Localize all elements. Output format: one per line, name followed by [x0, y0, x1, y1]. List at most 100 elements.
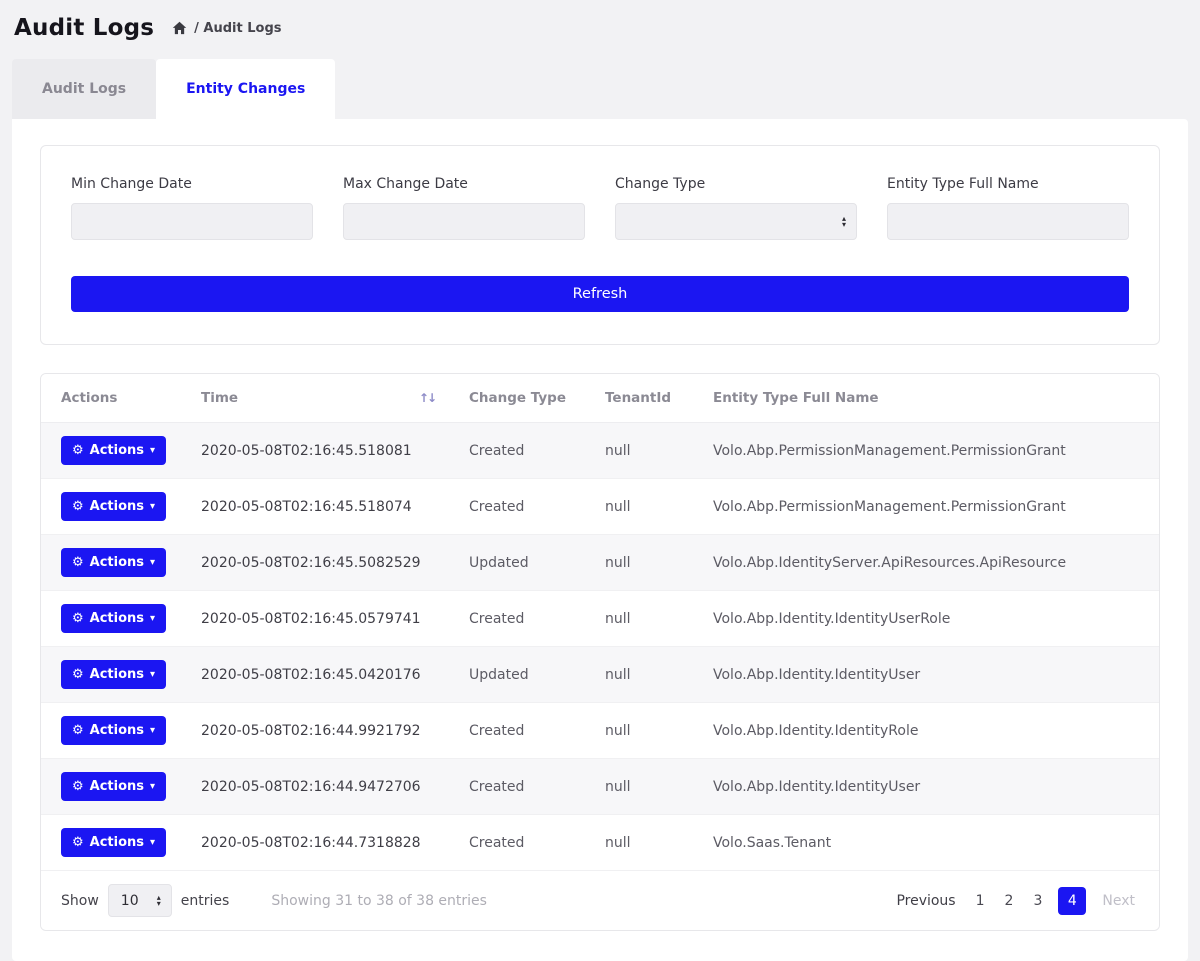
tab-content: Min Change Date Max Change Date Change T… — [12, 119, 1188, 961]
row-change-type: Updated — [459, 535, 595, 591]
row-change-type: Created — [459, 815, 595, 871]
gear-icon: ⚙ — [72, 611, 84, 626]
row-change-type: Created — [459, 479, 595, 535]
field-change-type: Change Type ▴▾ — [615, 176, 857, 240]
row-actions-button[interactable]: ⚙ Actions ▾ — [61, 660, 166, 689]
header-tenant-id: TenantId — [595, 374, 703, 423]
table-header-row: Actions Time ↑↓ Change Type TenantId Ent… — [41, 374, 1159, 423]
row-tenant-id: null — [595, 815, 703, 871]
table-row: ⚙ Actions ▾ 2020-05-08T02:16:45.5082529Upda… — [41, 535, 1159, 591]
gear-icon: ⚙ — [72, 723, 84, 738]
pagination-page-4[interactable]: 4 — [1058, 887, 1086, 915]
row-time: 2020-05-08T02:16:44.9921792 — [191, 703, 459, 759]
row-change-type: Updated — [459, 647, 595, 703]
gear-icon: ⚙ — [72, 443, 84, 458]
max-change-date-label: Max Change Date — [343, 176, 585, 192]
page-header: Audit Logs / Audit Logs — [0, 0, 1200, 53]
row-actions-label: Actions — [90, 667, 144, 682]
min-change-date-label: Min Change Date — [71, 176, 313, 192]
pagination-next[interactable]: Next — [1098, 890, 1139, 912]
row-time: 2020-05-08T02:16:45.5082529 — [191, 535, 459, 591]
pagination-page-1[interactable]: 1 — [972, 890, 989, 912]
row-time: 2020-05-08T02:16:45.0579741 — [191, 591, 459, 647]
gear-icon: ⚙ — [72, 555, 84, 570]
table-row: ⚙Actions▾2020-05-08T02:16:45.518074Creat… — [41, 479, 1159, 535]
tab-audit-logs[interactable]: Audit Logs — [12, 59, 156, 119]
row-change-type: Created — [459, 423, 595, 479]
home-icon[interactable] — [172, 21, 187, 35]
pagination-previous[interactable]: Previous — [892, 890, 959, 912]
row-tenant-id: null — [595, 703, 703, 759]
entity-changes-table-card: Actions Time ↑↓ Change Type TenantId Ent… — [40, 373, 1160, 931]
pagination-page-2[interactable]: 2 — [1001, 890, 1018, 912]
cell-actions: ⚙Actions▾ — [41, 423, 191, 479]
row-entity-type: Volo.Abp.Identity.IdentityRole — [703, 703, 1159, 759]
cell-actions: ⚙ Actions ▾ — [41, 647, 191, 703]
cell-actions: ⚙Actions▾ — [41, 815, 191, 871]
row-actions-label: Actions — [90, 443, 144, 458]
row-tenant-id: null — [595, 423, 703, 479]
row-actions-label: Actions — [90, 611, 144, 626]
page-title: Audit Logs — [14, 15, 154, 41]
row-entity-type: Volo.Saas.Tenant — [703, 815, 1159, 871]
caret-down-icon: ▾ — [150, 837, 155, 848]
pagination: Previous 1234 Next — [892, 887, 1139, 915]
cell-actions: ⚙ Actions ▾ — [41, 535, 191, 591]
table-row: ⚙ Actions ▾ 2020-05-08T02:16:45.0420176Upda… — [41, 647, 1159, 703]
change-type-label: Change Type — [615, 176, 857, 192]
row-actions-button[interactable]: ⚙Actions▾ — [61, 828, 166, 857]
table-row: ⚙Actions▾ 2020-05-08T02:16:44.7318828Crea… — [41, 815, 1159, 871]
filter-grid: Min Change Date Max Change Date Change T… — [71, 176, 1129, 240]
page-size-select[interactable]: 10 — [108, 884, 172, 917]
caret-down-icon: ▾ — [150, 501, 155, 512]
table-row: ⚙Actions▾2020-05-08T02:16:45.518081Creat… — [41, 423, 1159, 479]
breadcrumb-path[interactable]: / Audit Logs — [194, 21, 281, 36]
entity-type-full-name-input[interactable] — [887, 203, 1129, 240]
row-change-type: Created — [459, 703, 595, 759]
row-actions-button[interactable]: ⚙Actions▾ — [61, 716, 166, 745]
table-row: ⚙Actions▾2020-05-08T02:16:44.9472706Crea… — [41, 759, 1159, 815]
field-min-change-date: Min Change Date — [71, 176, 313, 240]
row-entity-type: Volo.Abp.Identity.IdentityUser — [703, 647, 1159, 703]
sort-icon[interactable]: ↑↓ — [419, 391, 435, 405]
cell-actions: ⚙Actions▾ — [41, 479, 191, 535]
show-label: Show — [61, 893, 99, 909]
row-actions-label: Actions — [90, 555, 144, 570]
row-actions-label: Actions — [90, 499, 144, 514]
row-actions-button[interactable]: ⚙Actions▾ — [61, 436, 166, 465]
gear-icon: ⚙ — [72, 667, 84, 682]
header-entity-type-full-name: Entity Type Full Name — [703, 374, 1159, 423]
header-change-type: Change Type — [459, 374, 595, 423]
row-actions-label: Actions — [90, 779, 144, 794]
row-actions-button[interactable]: ⚙Actions▾ — [61, 772, 166, 801]
caret-down-icon: ▾ — [150, 557, 155, 568]
caret-down-icon: ▾ — [150, 613, 155, 624]
row-actions-label: Actions — [90, 723, 144, 738]
row-entity-type: Volo.Abp.Identity.IdentityUser — [703, 759, 1159, 815]
row-tenant-id: null — [595, 759, 703, 815]
row-actions-button[interactable]: ⚙ Actions ▾ — [61, 548, 166, 577]
header-actions: Actions — [41, 374, 191, 423]
row-entity-type: Volo.Abp.PermissionManagement.Permission… — [703, 479, 1159, 535]
max-change-date-input[interactable] — [343, 203, 585, 240]
row-time: 2020-05-08T02:16:44.7318828 — [191, 815, 459, 871]
gear-icon: ⚙ — [72, 835, 84, 850]
row-tenant-id: null — [595, 535, 703, 591]
row-actions-button[interactable]: ⚙ Actions ▾ — [61, 604, 166, 633]
refresh-button[interactable]: Refresh — [71, 276, 1129, 312]
tab-bar: Audit Logs Entity Changes — [12, 59, 1188, 119]
change-type-select[interactable] — [615, 203, 857, 240]
row-actions-button[interactable]: ⚙Actions▾ — [61, 492, 166, 521]
row-entity-type: Volo.Abp.IdentityServer.ApiResources.Api… — [703, 535, 1159, 591]
row-time: 2020-05-08T02:16:45.0420176 — [191, 647, 459, 703]
row-entity-type: Volo.Abp.Identity.IdentityUserRole — [703, 591, 1159, 647]
filter-panel: Min Change Date Max Change Date Change T… — [40, 145, 1160, 345]
row-tenant-id: null — [595, 591, 703, 647]
pagination-page-3[interactable]: 3 — [1029, 890, 1046, 912]
tab-entity-changes[interactable]: Entity Changes — [156, 59, 335, 119]
caret-down-icon: ▾ — [150, 669, 155, 680]
table-body: ⚙Actions▾2020-05-08T02:16:45.518081Creat… — [41, 423, 1159, 871]
min-change-date-input[interactable] — [71, 203, 313, 240]
header-time[interactable]: Time ↑↓ — [191, 374, 459, 423]
entity-changes-table: Actions Time ↑↓ Change Type TenantId Ent… — [41, 374, 1159, 871]
